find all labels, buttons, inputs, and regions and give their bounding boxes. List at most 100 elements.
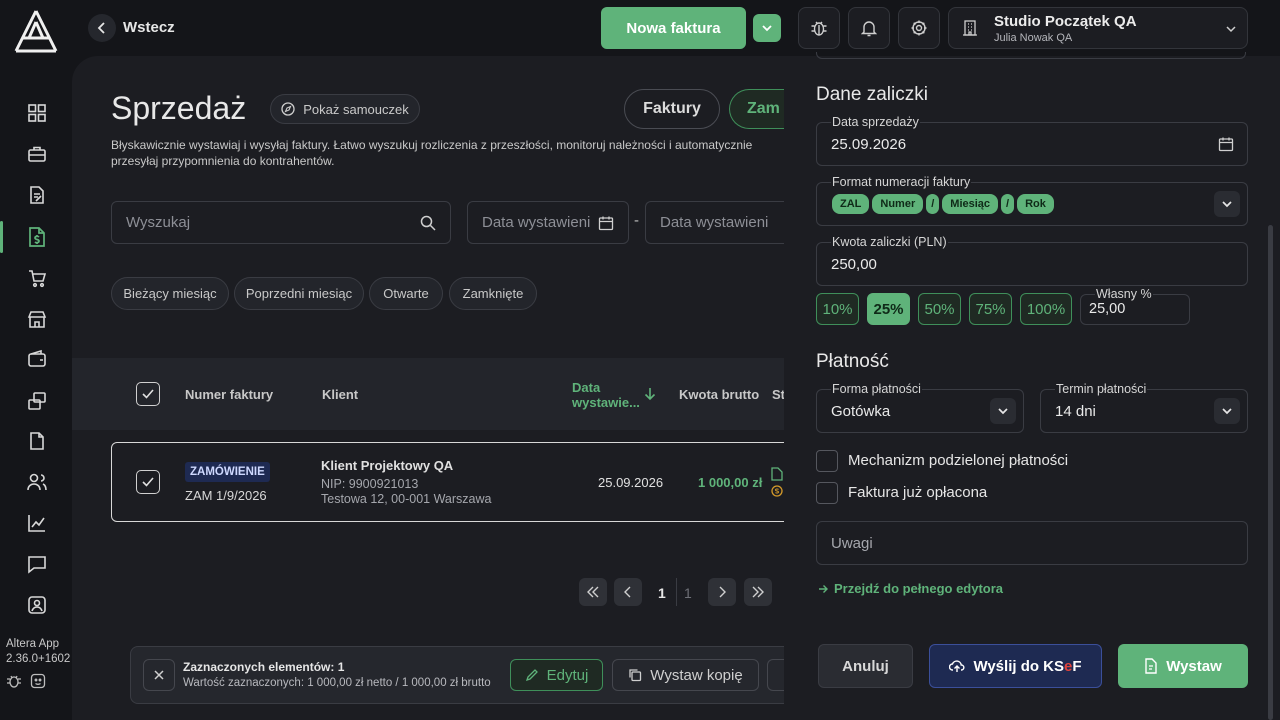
chart-icon[interactable] [24, 510, 50, 536]
full-editor-label: Przejdź do pełnego edytora [834, 581, 1004, 596]
current-page[interactable]: 1 [658, 585, 666, 601]
chevron-down-icon [762, 25, 772, 32]
cart-icon[interactable] [24, 265, 50, 291]
gross-amount: 1 000,00 zł [698, 475, 763, 490]
already-paid-checkbox[interactable] [816, 482, 838, 504]
users-icon[interactable] [24, 469, 50, 495]
invoice-number: ZAM 1/9/2026 [185, 488, 267, 503]
search-field[interactable]: Wyszukaj [111, 201, 451, 244]
row-checkbox[interactable] [136, 470, 160, 494]
exchange-icon[interactable] [24, 388, 50, 414]
notes-field[interactable]: Uwagi [816, 521, 1248, 565]
sales-icon[interactable] [24, 224, 50, 250]
wallet-icon[interactable] [24, 346, 50, 372]
chevron-left-icon [97, 22, 105, 34]
new-invoice-dropdown[interactable] [753, 14, 781, 42]
file-icon[interactable] [24, 428, 50, 454]
tab-invoices[interactable]: Faktury [624, 89, 720, 129]
payment-term-dropdown[interactable] [1214, 398, 1240, 424]
column-date-line2: wystawie... [572, 395, 640, 410]
column-date[interactable]: Data wystawie... [572, 380, 640, 410]
date-from-field[interactable]: Data wystawieni [467, 201, 629, 244]
already-paid-label[interactable]: Faktura już opłacona [848, 484, 987, 501]
app-logo[interactable] [12, 8, 60, 54]
own-percent-label: Własny % [1095, 287, 1153, 301]
first-page-button[interactable] [579, 578, 607, 606]
face-icon[interactable] [30, 673, 46, 689]
sale-date-field[interactable]: Data sprzedaży 25.09.2026 [816, 115, 1248, 166]
new-invoice-button[interactable]: Nowa faktura [601, 7, 746, 49]
bug-icon [811, 21, 827, 36]
double-chevron-left-icon [587, 586, 599, 598]
document-edit-icon[interactable] [24, 182, 50, 208]
split-payment-label[interactable]: Mechanizm podzielonej płatności [848, 452, 1068, 469]
cancel-button[interactable]: Anuluj [818, 644, 913, 688]
percent-50-button[interactable]: 50% [918, 293, 961, 325]
notifications-button[interactable] [848, 7, 890, 49]
selection-count: Zaznaczonych elementów: 1 [183, 660, 345, 674]
bug-report-button[interactable] [798, 7, 840, 49]
numbering-dropdown-button[interactable] [1214, 191, 1240, 217]
edit-button[interactable]: Edytuj [510, 659, 603, 691]
advance-amount-field[interactable]: Kwota zaliczki (PLN) 250,00 [816, 235, 1248, 286]
issue-invoice-label: Wystaw [1166, 657, 1222, 675]
sort-down-icon[interactable] [644, 387, 656, 401]
percent-25-button[interactable]: 25% [867, 293, 910, 325]
table-header [72, 358, 784, 430]
org-name: Studio Początek QA [994, 12, 1137, 30]
filter-closed[interactable]: Zamknięte [449, 277, 537, 310]
more-actions-button[interactable] [767, 659, 784, 691]
percent-75-button[interactable]: 75% [969, 293, 1012, 325]
column-status[interactable]: St [772, 387, 784, 402]
store-icon[interactable] [24, 306, 50, 332]
prev-page-button[interactable] [614, 578, 642, 606]
last-page-button[interactable] [744, 578, 772, 606]
document-status-icon [771, 467, 783, 481]
briefcase-icon[interactable] [24, 141, 50, 167]
sale-date-value: 25.09.2026 [831, 136, 907, 153]
column-number[interactable]: Numer faktury [185, 387, 273, 402]
payment-term-label: Termin płatności [1055, 382, 1148, 396]
active-indicator [0, 221, 3, 253]
filter-current-month[interactable]: Bieżący miesiąc [111, 277, 229, 310]
settings-button[interactable] [898, 7, 940, 49]
page-title: Sprzedaż [111, 90, 247, 126]
numbering-format-field[interactable]: Format numeracji faktury ZAL Numer / Mie… [816, 175, 1248, 226]
split-payment-checkbox[interactable] [816, 450, 838, 472]
profile-icon[interactable] [24, 592, 50, 618]
dashboard-icon[interactable] [24, 100, 50, 126]
payment-form-select[interactable]: Forma płatności Gotówka [816, 382, 1024, 433]
select-all-checkbox[interactable] [136, 382, 160, 406]
percent-100-button[interactable]: 100% [1020, 293, 1072, 325]
payment-term-select[interactable]: Termin płatności 14 dni [1040, 382, 1248, 433]
back-button[interactable] [88, 14, 116, 42]
issue-copy-button[interactable]: Wystaw kopię [612, 659, 759, 691]
bug-icon[interactable] [6, 673, 22, 689]
own-percent-field[interactable]: Własny % 25,00 [1080, 287, 1190, 325]
payment-form-label: Forma płatności [831, 382, 922, 396]
tutorial-button[interactable]: Pokaż samouczek [270, 94, 420, 124]
filter-previous-month[interactable]: Poprzedni miesiąc [234, 277, 364, 310]
full-editor-link[interactable]: Przejdź do pełnego edytora [818, 581, 1003, 596]
next-page-button[interactable] [708, 578, 736, 606]
column-gross[interactable]: Kwota brutto [679, 387, 759, 402]
send-to-ksef-button[interactable]: Wyślij do KSeF [929, 644, 1102, 688]
calendar-icon[interactable] [1218, 136, 1234, 152]
column-client[interactable]: Klient [322, 387, 358, 402]
payment-form-dropdown[interactable] [990, 398, 1016, 424]
back-label[interactable]: Wstecz [123, 19, 175, 36]
pagination-divider [676, 578, 677, 606]
percent-10-button[interactable]: 10% [816, 293, 859, 325]
chip-separator: / [1001, 194, 1015, 214]
check-icon [142, 389, 154, 399]
advance-section-title: Dane zaliczki [816, 84, 928, 105]
message-icon[interactable] [24, 551, 50, 577]
date-to-field[interactable]: Data wystawieni [645, 201, 784, 244]
chevron-down-icon [1222, 408, 1232, 415]
org-switcher[interactable]: Studio Początek QA Julia Nowak QA [948, 7, 1248, 49]
drawer-scrollbar[interactable] [1268, 225, 1273, 720]
clear-selection-button[interactable] [143, 659, 175, 691]
chip-month: Miesiąc [942, 194, 999, 214]
filter-open[interactable]: Otwarte [369, 277, 443, 310]
issue-invoice-button[interactable]: Wystaw [1118, 644, 1248, 688]
